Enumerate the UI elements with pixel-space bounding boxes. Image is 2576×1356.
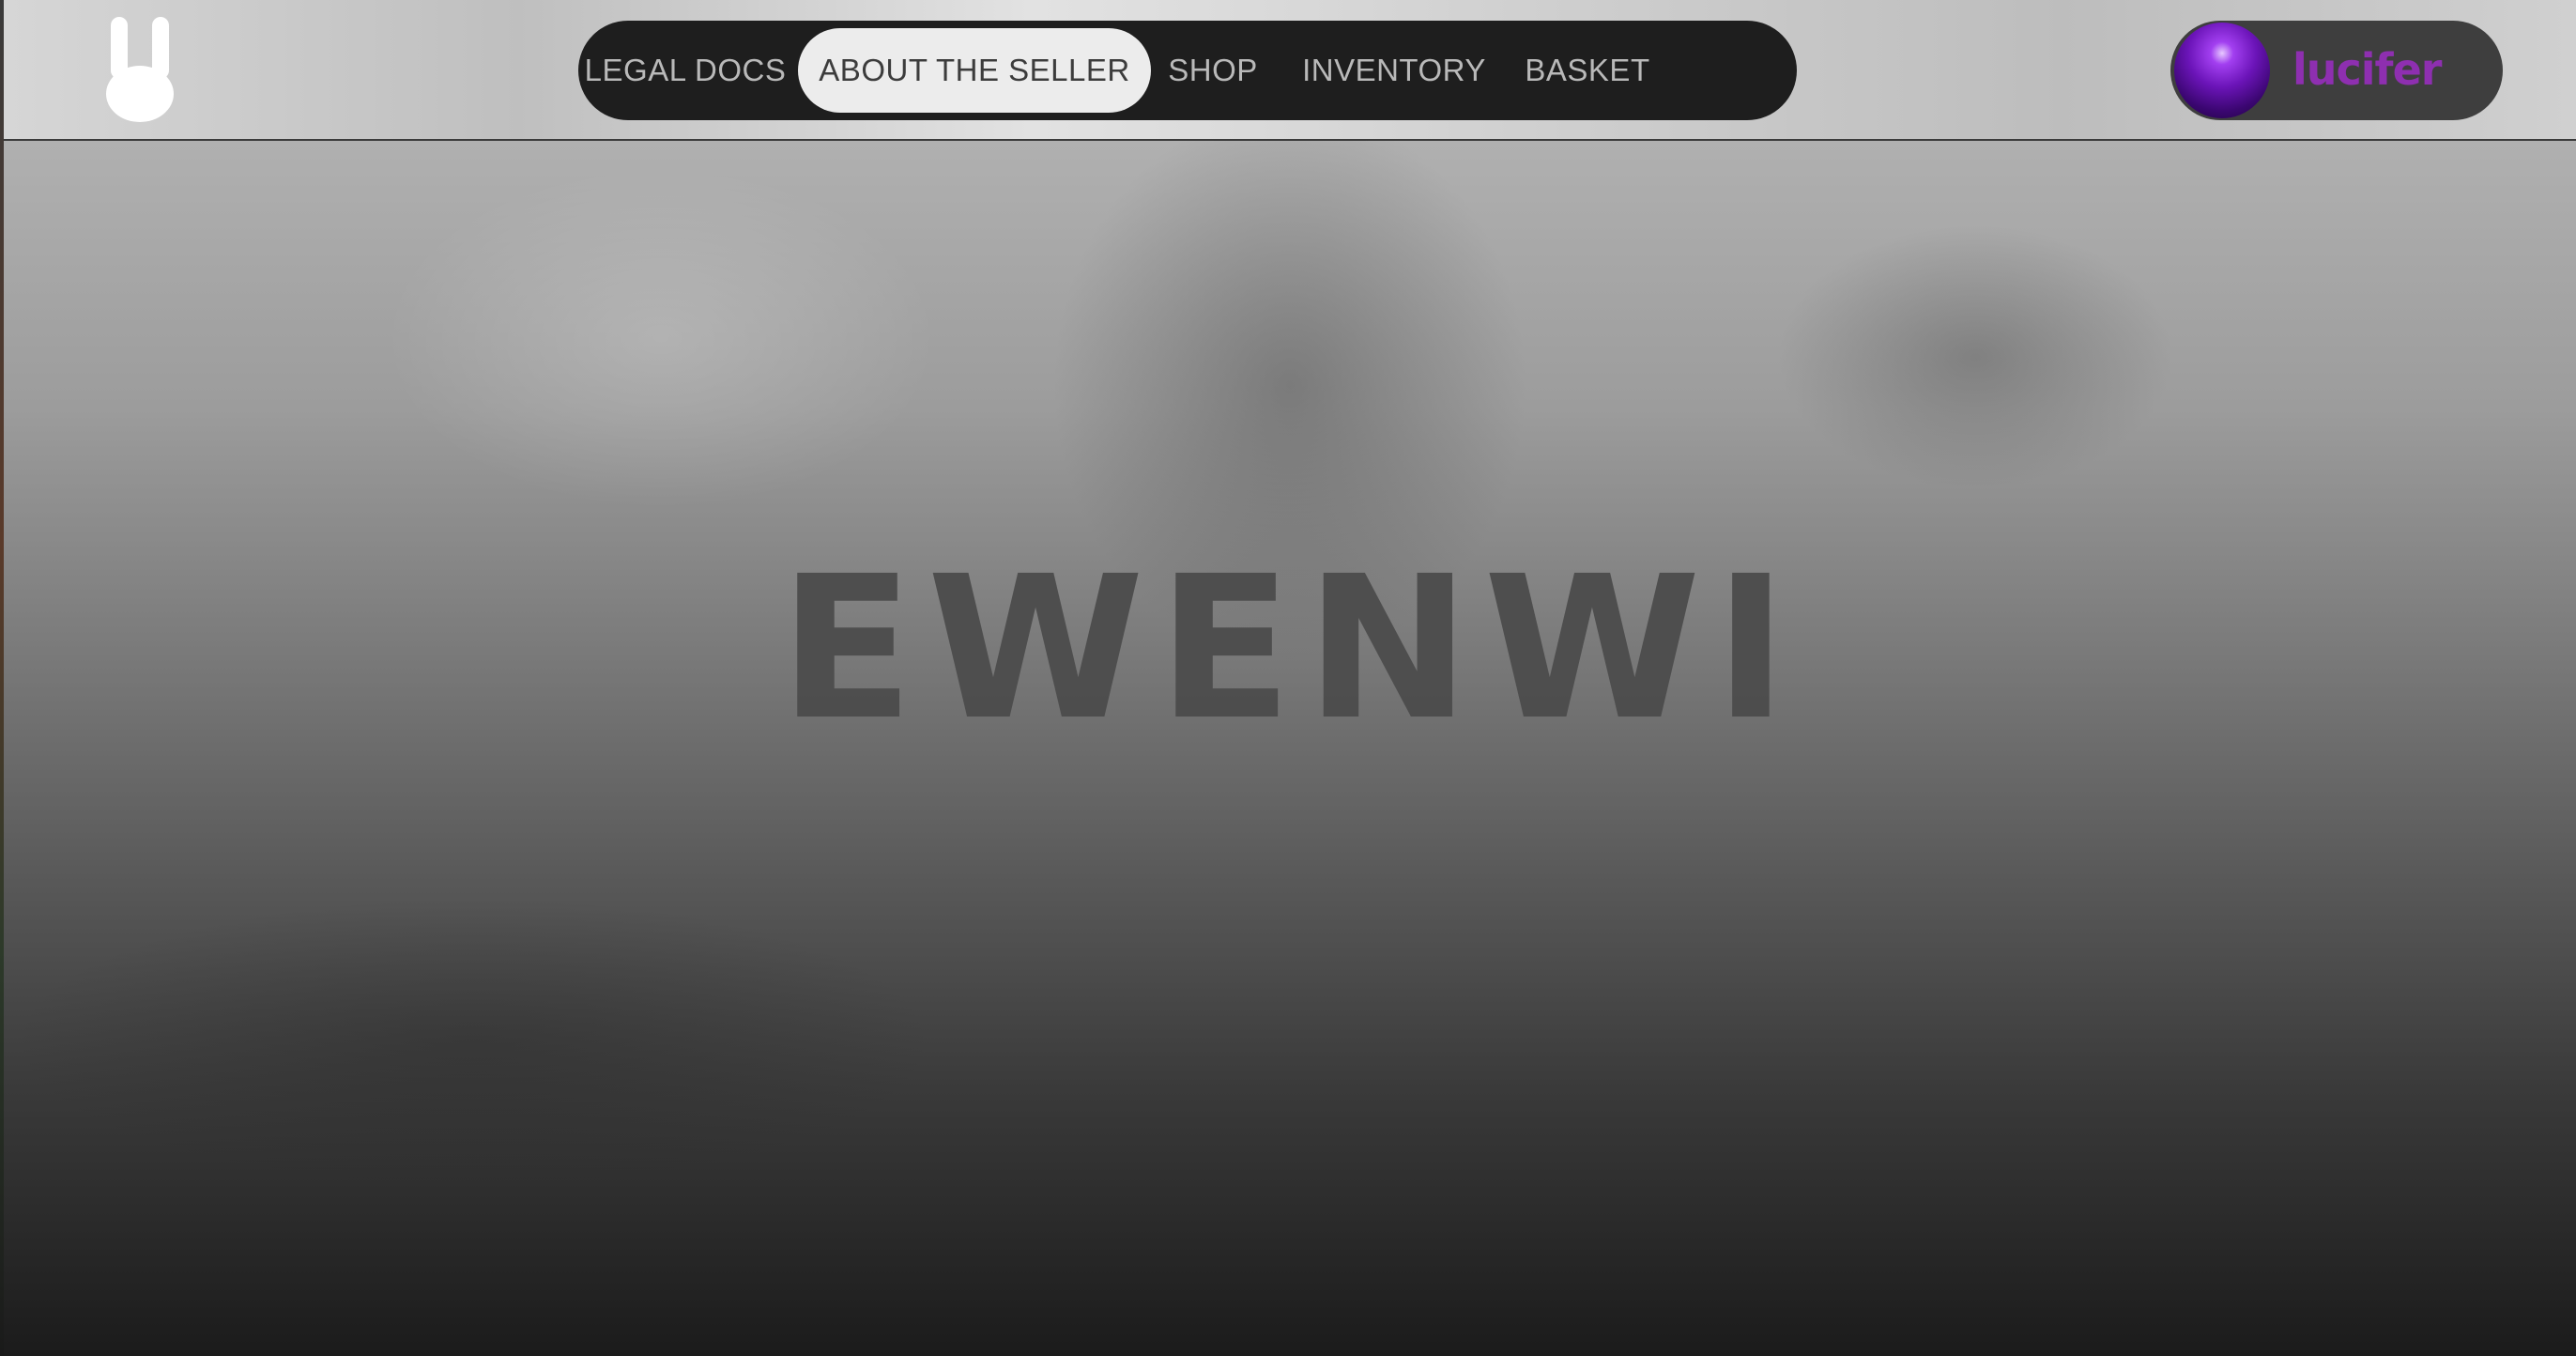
hero-background: EWENWI bbox=[4, 141, 2576, 1356]
nav-inventory[interactable]: INVENTORY bbox=[1294, 28, 1495, 113]
nav-about-the-seller[interactable]: ABOUT THE SELLER bbox=[798, 28, 1151, 113]
page-frame: EWENWI LEGAL DOCS ABOUT THE SELLER SHOP … bbox=[4, 0, 2576, 1356]
username: lucifer bbox=[2292, 44, 2442, 95]
nav-basket[interactable]: BASKET bbox=[1517, 28, 1658, 113]
main-nav: LEGAL DOCS ABOUT THE SELLER SHOP INVENTO… bbox=[578, 21, 1797, 120]
nav-shop[interactable]: SHOP bbox=[1155, 28, 1271, 113]
bunny-icon[interactable] bbox=[105, 17, 180, 122]
nav-legal-docs[interactable]: LEGAL DOCS bbox=[585, 28, 786, 113]
brand-wordmark: EWENWI bbox=[778, 533, 1802, 763]
user-account-button[interactable]: lucifer bbox=[2170, 21, 2503, 120]
site-header: LEGAL DOCS ABOUT THE SELLER SHOP INVENTO… bbox=[4, 0, 2576, 141]
purple-orb-icon bbox=[2174, 23, 2270, 118]
